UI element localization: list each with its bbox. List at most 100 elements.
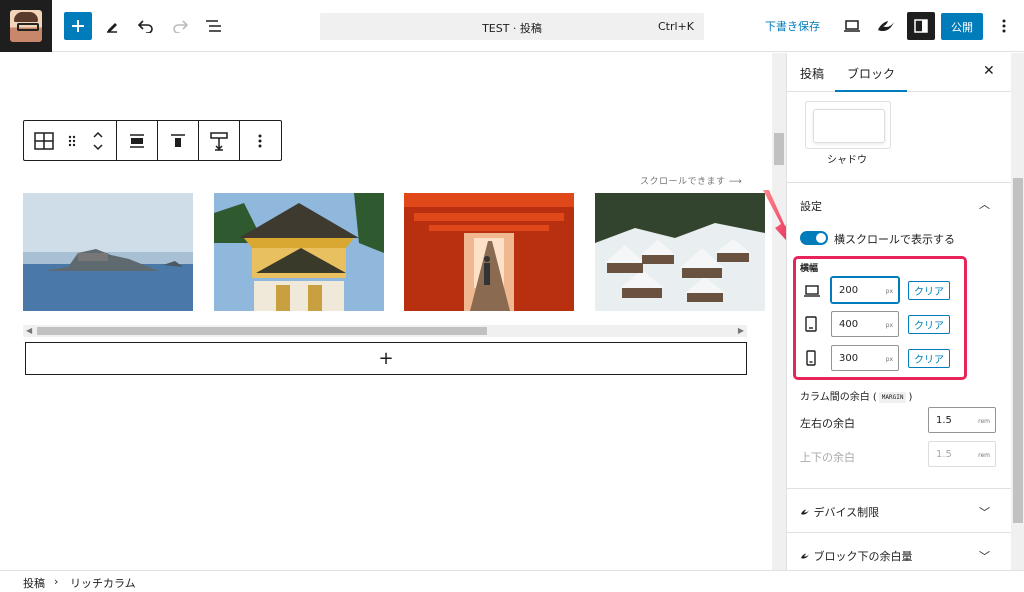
block-appender-button[interactable]: + <box>25 342 747 375</box>
horizontal-scroll-label: 横スクロールで表示する <box>834 233 955 246</box>
desktop-width-input[interactable]: 200 px <box>831 277 899 303</box>
save-draft-button[interactable]: 下書き保存 <box>765 18 820 34</box>
command-palette-bar[interactable]: TEST · 投稿 Ctrl+K <box>320 13 704 40</box>
scroll-hint: スクロールできます ⟶ <box>640 177 743 187</box>
scrollbar-thumb[interactable] <box>1013 178 1023 523</box>
shadow-style-option[interactable] <box>805 101 891 149</box>
scroll-left-arrow-icon[interactable]: ◀ <box>26 326 32 335</box>
block-options-button[interactable] <box>240 121 280 160</box>
device-limit-panel[interactable]: デバイス制限 <box>800 504 879 520</box>
column-gap-label-suffix: ) <box>908 392 913 403</box>
undo-button[interactable] <box>132 12 160 40</box>
desktop-icon <box>804 282 820 301</box>
shrine-image <box>214 193 384 311</box>
device-limit-title: デバイス制限 <box>813 506 880 519</box>
chevron-up-icon[interactable]: ︿ <box>979 196 990 212</box>
drag-handle[interactable] <box>64 121 80 160</box>
redo-button[interactable] <box>166 12 194 40</box>
tablet-clear-button[interactable]: クリア <box>908 315 950 334</box>
margin-tag: MARGIN <box>878 391 907 403</box>
mobile-width-value: 300 <box>839 353 859 364</box>
editor-app: TEST · 投稿 Ctrl+K 下書き保存 公開 スクロールできます ⟶ ◀ … <box>0 0 1024 592</box>
divider <box>787 182 1011 183</box>
block-toolbar-group <box>24 121 117 160</box>
horizontal-scroll-toggle[interactable] <box>800 231 828 245</box>
vertical-align-button[interactable] <box>158 121 198 160</box>
divider <box>787 532 1011 533</box>
close-icon[interactable]: ✕ <box>983 63 995 79</box>
editor-vertical-scrollbar[interactable] <box>772 53 786 570</box>
horizontal-gap-unit: rem <box>978 418 990 425</box>
mobile-clear-button[interactable]: クリア <box>908 349 950 368</box>
settings-panel-title[interactable]: 設定 <box>800 198 822 214</box>
vertical-gap-input[interactable]: 1.5 rem <box>928 441 996 467</box>
height-icon <box>210 131 228 151</box>
image-shrine[interactable] <box>214 193 384 311</box>
block-toolbar-group <box>158 121 199 160</box>
vertical-gap-unit: rem <box>978 452 990 459</box>
horizontal-scrollbar[interactable]: ◀ ▶ <box>23 325 747 337</box>
settings-toggle-button[interactable] <box>907 12 935 40</box>
sidebar-tabs: 投稿 ブロック ✕ <box>787 53 1011 92</box>
tablet-width-input[interactable]: 400 px <box>831 311 899 337</box>
tab-block[interactable]: ブロック <box>847 65 895 82</box>
block-toolbar-group <box>117 121 158 160</box>
desktop-clear-button[interactable]: クリア <box>908 281 950 300</box>
scrollbar-thumb[interactable] <box>774 133 784 165</box>
align-wide-icon <box>130 133 144 148</box>
document-title: TEST · 投稿 <box>482 22 542 35</box>
vertical-gap-value: 1.5 <box>936 449 952 460</box>
column-gap-label: カラム間の余白 (MARGIN) <box>800 388 912 403</box>
swell-logo-icon <box>878 21 894 32</box>
breadcrumb-post[interactable]: 投稿 <box>23 575 45 591</box>
chevron-right-icon: › <box>54 575 59 588</box>
pen-icon <box>107 23 117 33</box>
align-button[interactable] <box>117 121 157 160</box>
divider <box>787 488 1011 489</box>
image-village[interactable] <box>595 193 765 311</box>
sidebar-scrollbar[interactable] <box>1011 53 1024 570</box>
document-overview-button[interactable] <box>200 12 228 40</box>
site-logo[interactable] <box>0 0 52 52</box>
editor-canvas: スクロールできます ⟶ ◀ ▶ + <box>0 53 772 570</box>
tablet-icon <box>805 316 817 336</box>
move-button[interactable] <box>80 121 116 160</box>
plus-icon <box>72 20 84 32</box>
plugin-button[interactable] <box>872 12 900 40</box>
village-image <box>595 193 765 311</box>
tab-post[interactable]: 投稿 <box>800 65 824 82</box>
chevron-down-icon[interactable]: ﹀ <box>979 548 990 564</box>
torii-image <box>404 193 574 311</box>
scroll-right-arrow-icon[interactable]: ▶ <box>738 326 744 335</box>
width-row-mobile: 300 px クリア <box>787 345 1011 371</box>
block-bottom-margin-panel[interactable]: ブロック下の余白量 <box>800 548 913 564</box>
mobile-width-input[interactable]: 300 px <box>831 345 899 371</box>
image-torii[interactable] <box>404 193 574 311</box>
tablet-width-unit: px <box>885 322 893 329</box>
height-button[interactable] <box>199 121 239 160</box>
drag-icon <box>68 135 76 146</box>
more-vertical-icon <box>258 134 262 147</box>
preview-button[interactable] <box>838 12 866 40</box>
width-row-tablet: 400 px クリア <box>787 311 1011 337</box>
tools-button[interactable] <box>98 12 126 40</box>
image-island[interactable] <box>23 193 193 311</box>
list-view-icon <box>206 20 221 32</box>
scrollbar-thumb[interactable] <box>37 327 487 335</box>
undo-icon <box>137 20 153 33</box>
add-block-button[interactable] <box>64 12 92 40</box>
desktop-width-value: 200 <box>839 285 859 296</box>
options-menu-button[interactable] <box>990 12 1018 40</box>
chevron-down-icon[interactable]: ﹀ <box>979 504 990 520</box>
horizontal-gap-input[interactable]: 1.5 rem <box>928 407 996 433</box>
column-gap-label-prefix: カラム間の余白 ( <box>800 392 877 403</box>
chevron-up-down-icon <box>93 131 103 150</box>
mobile-width-unit: px <box>885 356 893 363</box>
redo-icon <box>173 20 189 33</box>
block-type-button[interactable] <box>24 121 64 160</box>
breadcrumb-rich-column[interactable]: リッチカラム <box>70 575 136 591</box>
publish-button[interactable]: 公開 <box>941 13 983 40</box>
mobile-icon <box>806 350 816 370</box>
island-image <box>43 249 183 271</box>
swell-logo-icon <box>801 509 809 515</box>
